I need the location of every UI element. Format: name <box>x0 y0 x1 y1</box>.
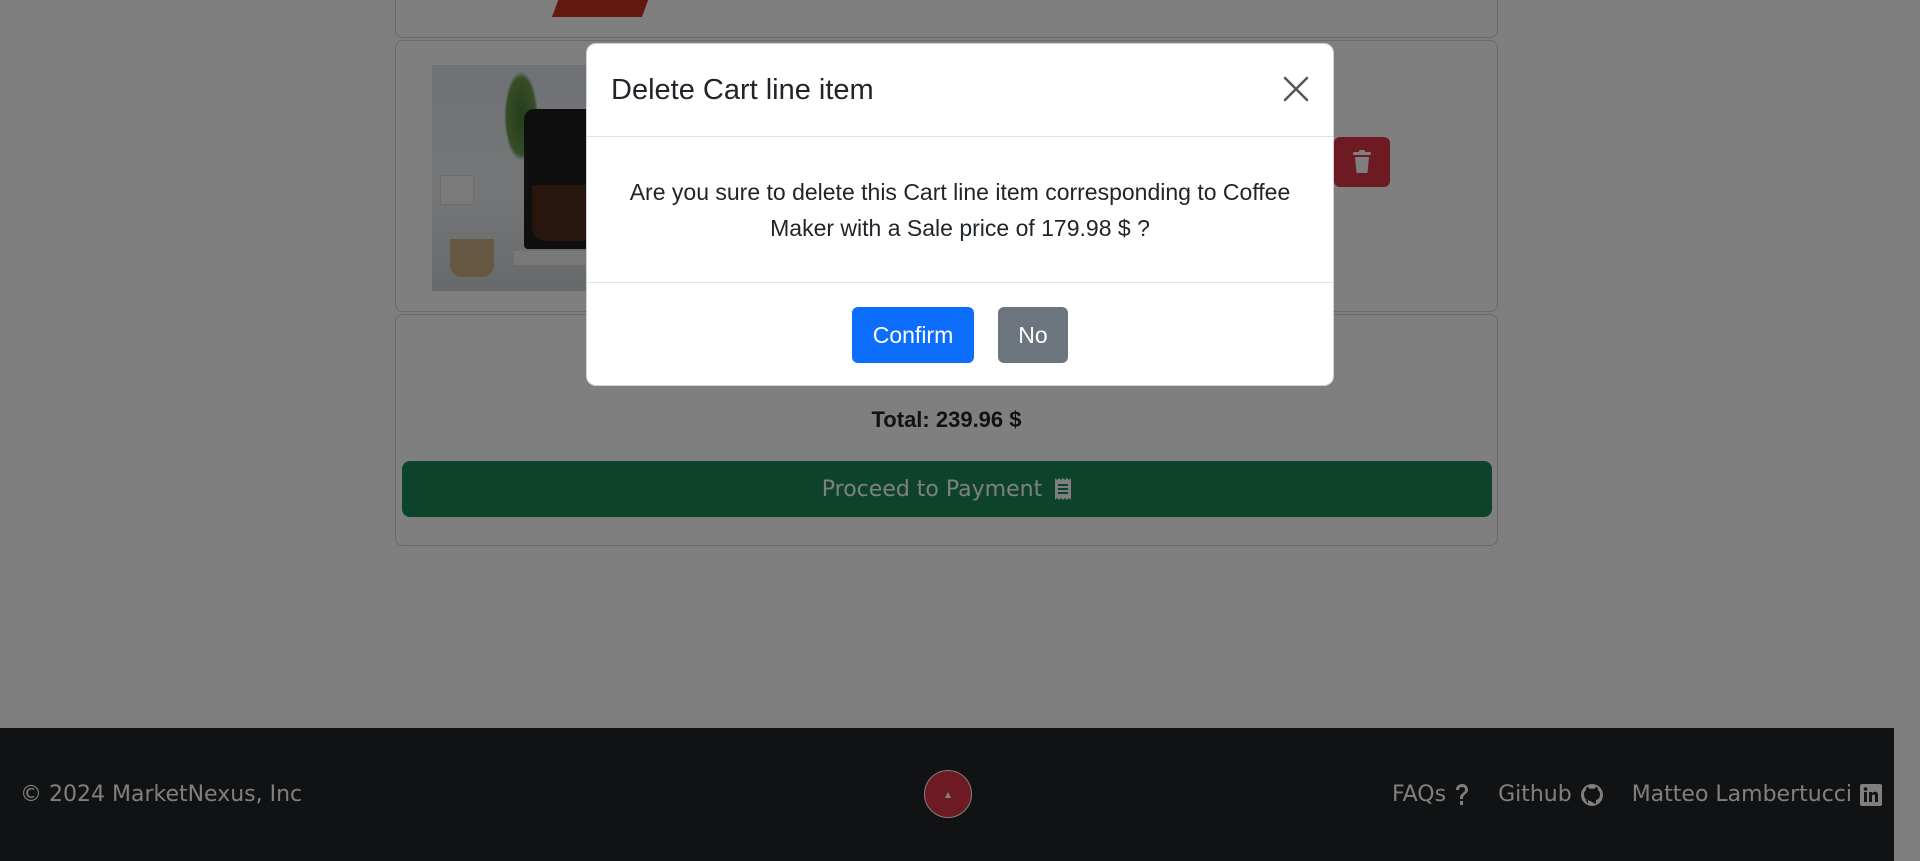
delete-confirm-dialog: Delete Cart line item Are you sure to de… <box>586 43 1334 386</box>
dialog-footer: Confirm No <box>587 283 1333 387</box>
dialog-body: Are you sure to delete this Cart line it… <box>587 137 1333 283</box>
dialog-title: Delete Cart line item <box>611 74 874 106</box>
no-button[interactable]: No <box>998 307 1068 363</box>
close-button[interactable] <box>1279 72 1313 106</box>
close-icon <box>1283 76 1309 102</box>
dialog-message: Are you sure to delete this Cart line it… <box>629 178 1291 241</box>
confirm-button[interactable]: Confirm <box>852 307 974 363</box>
dialog-header: Delete Cart line item <box>587 44 1333 137</box>
